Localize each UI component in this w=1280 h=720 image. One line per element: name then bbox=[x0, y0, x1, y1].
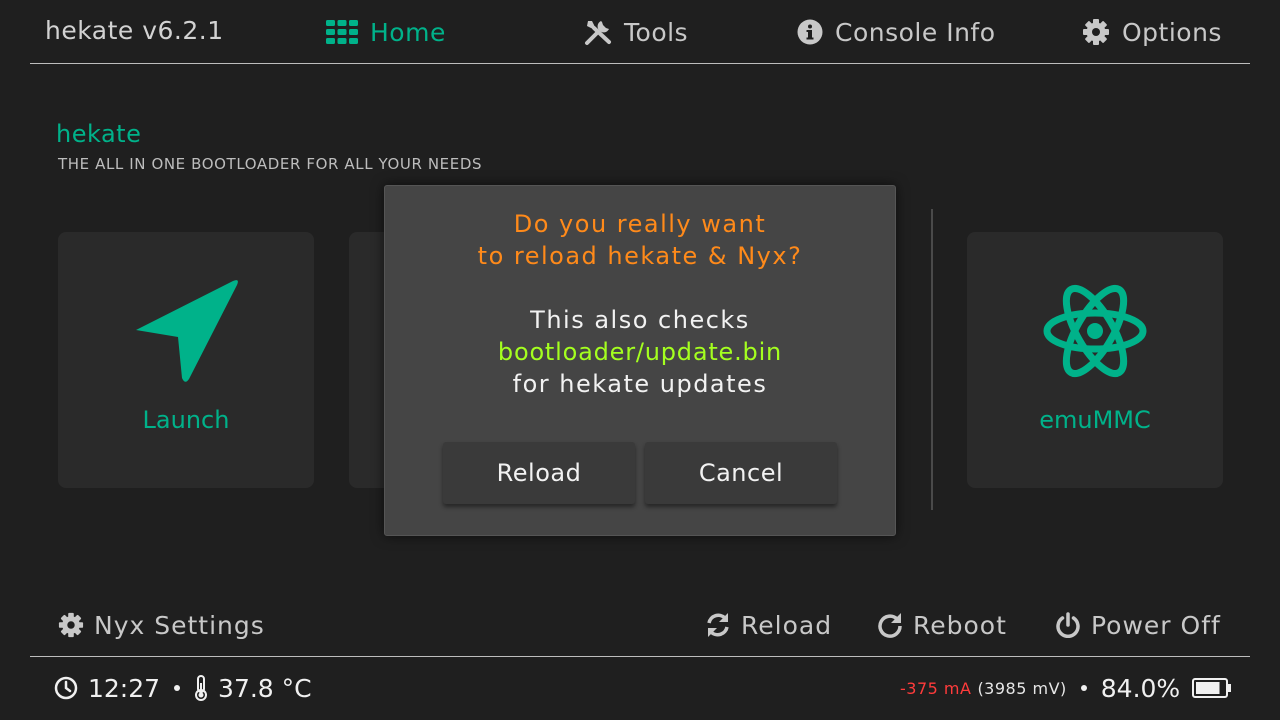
reboot-button[interactable]: Reboot bbox=[877, 606, 1007, 644]
battery-fill bbox=[1196, 682, 1220, 694]
tab-console-info-label: Console Info bbox=[835, 17, 996, 47]
dialog-question-line1: Do you really want bbox=[513, 210, 767, 238]
nyx-settings-button[interactable]: Nyx Settings bbox=[58, 606, 265, 644]
clock-icon bbox=[54, 676, 78, 700]
grid-icon bbox=[326, 20, 358, 44]
info-icon bbox=[797, 19, 823, 45]
emummc-tile[interactable]: emuMMC bbox=[967, 232, 1223, 488]
power-off-label: Power Off bbox=[1091, 610, 1221, 640]
reload-button[interactable]: Reload bbox=[443, 442, 635, 504]
tools-icon bbox=[585, 21, 611, 45]
power-off-button[interactable]: Power Off bbox=[1055, 606, 1221, 644]
page-subtitle: THE ALL IN ONE BOOTLOADER FOR ALL YOUR N… bbox=[58, 155, 483, 173]
tiles-divider bbox=[931, 209, 933, 510]
app-title: hekate v6.2.1 bbox=[45, 16, 224, 45]
top-divider bbox=[30, 63, 1250, 64]
separator-dot bbox=[174, 685, 181, 691]
gear-icon bbox=[1083, 19, 1109, 45]
tab-console-info[interactable]: Console Info bbox=[797, 14, 996, 50]
tab-tools-label: Tools bbox=[624, 17, 689, 47]
top-bar: hekate v6.2.1 Home Tools Console Info Op… bbox=[0, 0, 1280, 64]
tab-options-label: Options bbox=[1122, 17, 1222, 47]
reload-action-label: Reload bbox=[741, 610, 833, 640]
gear-icon bbox=[58, 612, 84, 638]
dialog-question-line2: to reload hekate & Nyx? bbox=[477, 242, 803, 270]
nyx-settings-label: Nyx Settings bbox=[94, 610, 265, 640]
dialog-info-path: bootloader/update.bin bbox=[497, 338, 783, 366]
battery-percent: 84.0% bbox=[1100, 673, 1181, 703]
battery-current: -375 mA bbox=[900, 678, 972, 698]
temperature: 37.8 °C bbox=[218, 673, 312, 703]
emummc-label: emuMMC bbox=[1039, 406, 1151, 434]
clock-time: 12:27 bbox=[88, 673, 161, 703]
battery-voltage: (3985 mV) bbox=[977, 678, 1067, 698]
atom-icon bbox=[1043, 284, 1147, 378]
reboot-label: Reboot bbox=[913, 610, 1007, 640]
page-title: hekate bbox=[56, 120, 142, 148]
tab-home[interactable]: Home bbox=[326, 14, 446, 50]
bottom-divider bbox=[30, 656, 1250, 657]
status-left: 12:27 37.8 °C bbox=[54, 670, 312, 706]
launch-tile[interactable]: Launch bbox=[58, 232, 314, 488]
refresh-icon bbox=[707, 613, 729, 637]
navigation-arrow-icon bbox=[136, 280, 238, 382]
thermometer-icon bbox=[195, 675, 208, 701]
reload-action-button[interactable]: Reload bbox=[705, 606, 832, 644]
cancel-button[interactable]: Cancel bbox=[645, 442, 837, 504]
separator-dot bbox=[1080, 685, 1087, 691]
dialog-info-line1: This also checks bbox=[530, 306, 750, 334]
tab-options[interactable]: Options bbox=[1082, 14, 1222, 50]
battery-icon bbox=[1192, 678, 1232, 698]
tab-tools[interactable]: Tools bbox=[584, 14, 688, 50]
redo-icon bbox=[878, 613, 902, 638]
reload-confirm-dialog: Do you really want to reload hekate & Ny… bbox=[384, 185, 896, 536]
dialog-info-line3: for hekate updates bbox=[512, 370, 768, 398]
launch-label: Launch bbox=[142, 406, 230, 434]
tab-home-label: Home bbox=[370, 17, 446, 47]
power-icon bbox=[1056, 612, 1080, 638]
status-right: -375 mA (3985 mV) 84.0% bbox=[900, 670, 1232, 706]
